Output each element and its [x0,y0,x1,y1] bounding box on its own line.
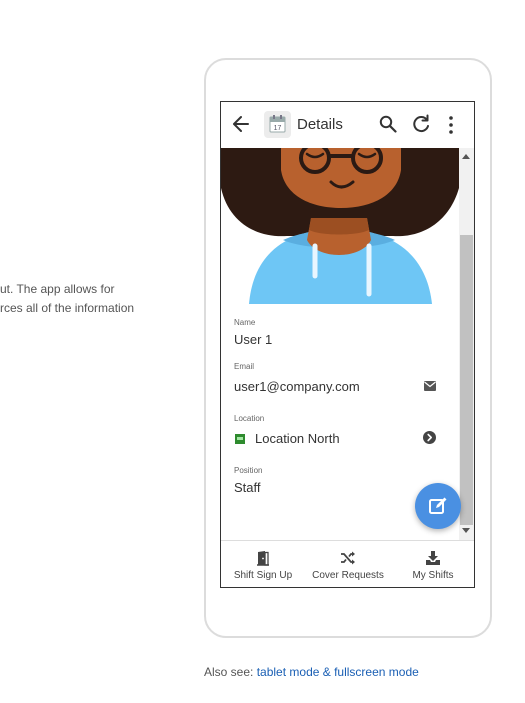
email-value: user1@company.com [234,379,360,394]
inbox-download-icon [426,551,440,565]
calendar-day: 17 [274,125,282,132]
description-line-2: rces all of the information [0,301,135,315]
nav-cover-requests[interactable]: Cover Requests [305,541,391,587]
app-screen: 17 Details Name User 1 Email user1@compa… [220,101,475,588]
position-value: Staff [234,480,261,495]
nav-my-shifts[interactable]: My Shifts [401,541,465,587]
also-see-prefix: Also see: [204,665,257,679]
location-flag-icon [235,434,245,444]
bottom-navigation: Shift Sign Up Cover Requests My Shifts [221,540,474,587]
position-label: Position [234,466,263,475]
calendar-icon: 17 [264,111,291,138]
more-vert-icon[interactable] [447,115,455,135]
description-line-1: ut. The app allows for [0,282,115,296]
edit-icon [429,497,447,514]
scroll-up-arrow-icon[interactable] [462,154,470,159]
scroll-down-arrow-icon[interactable] [462,528,470,533]
door-icon [257,551,269,566]
refresh-icon[interactable] [411,114,431,134]
edit-fab-button[interactable] [415,483,461,529]
nav-label: Shift Sign Up [233,570,293,581]
chevron-right-circle-icon[interactable] [423,431,436,444]
location-label: Location [234,414,265,423]
back-arrow-icon[interactable] [232,114,250,134]
app-bar: 17 Details [221,102,474,148]
background-description-text: ut. The app allows for rces all of the i… [0,280,134,318]
search-icon[interactable] [379,115,397,133]
nav-label: My Shifts [412,570,454,581]
mail-icon[interactable] [424,381,436,391]
page-title: Details [297,116,343,133]
details-content[interactable]: Name User 1 Email user1@company.com Loca… [221,148,459,540]
tablet-fullscreen-link[interactable]: tablet mode & fullscreen mode [257,665,419,679]
nav-shift-sign-up[interactable]: Shift Sign Up [225,541,301,587]
name-label: Name [234,318,256,327]
nav-label: Cover Requests [312,570,384,581]
vertical-scrollbar[interactable] [459,148,474,540]
scrollbar-thumb[interactable] [460,235,473,525]
location-value: Location North [255,431,340,446]
email-label: Email [234,362,255,371]
shuffle-icon [341,551,355,565]
name-value: User 1 [234,332,273,347]
also-see-footer: Also see: tablet mode & fullscreen mode [204,665,419,679]
user-avatar-illustration [221,148,459,304]
